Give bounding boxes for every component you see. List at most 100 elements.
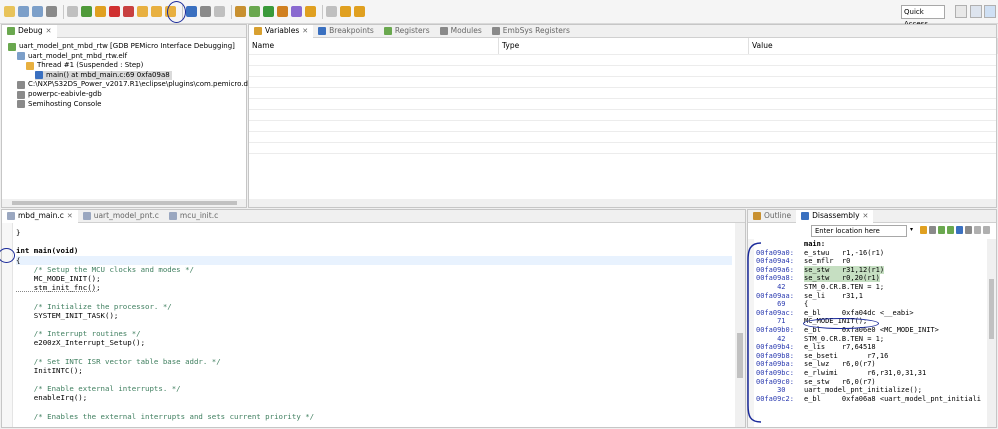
debug-tree-item-label: uart_model_pnt_mbd_rtw.elf — [28, 51, 128, 60]
annotation-icon[interactable] — [326, 6, 337, 17]
disassembly-instruction: se_stw r0,20(r1) — [804, 274, 880, 283]
debug-tree-item-label: main() at mbd_main.c:69 0xfa09a8 — [46, 70, 170, 79]
source-code[interactable]: } int main(void){ /* Setup the MCU clocks… — [16, 228, 732, 421]
code-line: /* Interrupt routines */ — [16, 329, 141, 339]
debug-tree-item-label: C:\NXP\S32DS_Power_v2017.R1\eclipse\plug… — [28, 80, 273, 89]
debug-icon[interactable] — [249, 6, 260, 17]
code-line: SYSTEM_INIT_TASK(); — [16, 310, 119, 320]
show-symbols-icon[interactable] — [947, 226, 954, 234]
close-icon[interactable]: ✕ — [302, 25, 308, 37]
open-perspective-icon[interactable] — [955, 5, 967, 18]
debug-tree-item[interactable]: uart_model_pnt_mbd_rtw.elf — [17, 52, 127, 61]
c-file-icon — [82, 212, 91, 220]
location-input[interactable]: Enter location here — [811, 225, 907, 237]
disassembly-instruction: se_stw r31,12(r1) — [804, 265, 885, 274]
column-header[interactable]: Name — [249, 38, 499, 54]
tab-breakpoints[interactable]: Breakpoints — [313, 25, 379, 38]
tab-debug[interactable]: Debug ✕ — [2, 24, 57, 38]
editor-tab-mbd-main-c[interactable]: mbd_main.c ✕ — [2, 209, 78, 223]
debug-tree-item[interactable]: main() at mbd_main.c:69 0xfa09a8 — [35, 70, 172, 80]
view-menu-icon[interactable] — [965, 226, 972, 234]
disassembly-vscrollbar[interactable] — [987, 239, 996, 427]
search-icon[interactable] — [305, 6, 316, 17]
close-icon[interactable]: ✕ — [67, 210, 73, 222]
elf-icon — [17, 52, 25, 61]
debug-tree-item-label: uart_model_pnt_mbd_rtw [GDB PEMicro Inte… — [19, 42, 235, 50]
run-icon[interactable] — [263, 6, 274, 17]
debug-tree-item[interactable]: Semihosting Console — [17, 100, 101, 109]
editor-tab-label: mbd_main.c — [18, 211, 64, 220]
step-over-icon[interactable] — [151, 6, 162, 17]
editor-view: mbd_main.c ✕ uart_model_pnt.c mcu_init.c } i… — [0, 209, 746, 428]
dropdown-icon[interactable]: ▾ — [910, 226, 917, 235]
c-cpp-perspective-icon[interactable] — [970, 5, 982, 18]
save-all-icon[interactable] — [32, 6, 43, 17]
maximize-icon[interactable] — [983, 226, 990, 234]
row-divider — [249, 98, 996, 99]
row-divider — [249, 109, 996, 110]
disassembly-instruction: e_stwu r1,-16(r1) — [804, 248, 885, 257]
debug-hscrollbar[interactable] — [2, 199, 246, 207]
editor-tab-label: mcu_init.c — [179, 211, 219, 220]
disassembly-instruction: e_lis r7,64518 — [804, 343, 876, 352]
print-icon[interactable] — [46, 6, 57, 17]
build-icon[interactable] — [235, 6, 246, 17]
debug-tree-item[interactable]: powerpc-eabivle-gdb — [17, 90, 102, 99]
process-icon — [17, 80, 25, 89]
disassembly-tabbar: Outline Disassembly ✕ — [748, 209, 996, 223]
column-header[interactable]: Value — [749, 38, 998, 54]
debug-view: Debug ✕ uart_model_pnt_mbd_rtw [GDB PEMi… — [1, 24, 272, 208]
skip-breakpoints-icon[interactable] — [67, 6, 78, 17]
disassembly-instruction: STM_0.CR.B.TEN = 1; — [804, 282, 885, 291]
drop-to-frame-icon[interactable] — [200, 6, 211, 17]
open-type-icon[interactable] — [291, 6, 302, 17]
tab-disassembly[interactable]: Disassembly ✕ — [796, 209, 874, 223]
show-source-icon[interactable] — [938, 226, 945, 234]
code-line: /* Enables the external interrupts and s… — [16, 411, 315, 421]
debug-icon — [7, 27, 15, 35]
external-tools-icon[interactable] — [277, 6, 288, 17]
minimize-icon[interactable] — [974, 226, 981, 234]
terminate-icon[interactable] — [109, 6, 120, 17]
forward-icon[interactable] — [354, 6, 365, 17]
back-icon[interactable] — [340, 6, 351, 17]
column-header[interactable]: Type — [499, 38, 749, 54]
save-icon[interactable] — [18, 6, 29, 17]
close-icon[interactable]: ✕ — [46, 25, 52, 37]
tab-variables[interactable]: Variables ✕ — [249, 24, 314, 38]
disassembly-line: 00fa09a8: se_stw r0,20(r1) — [756, 274, 981, 283]
new-icon[interactable] — [4, 6, 15, 17]
disassembly-instruction: se_li r31,1 — [804, 291, 864, 300]
disconnect-icon[interactable] — [123, 6, 134, 17]
link-icon[interactable] — [929, 226, 936, 234]
disassembly-line: 00fa09a6: se_stw r31,12(r1) — [756, 265, 981, 275]
step-into-icon[interactable] — [137, 6, 148, 17]
debug-tree-item[interactable]: C:\NXP\S32DS_Power_v2017.R1\eclipse\plug… — [17, 80, 272, 89]
editor-tab-uart-model-pnt-c[interactable]: uart_model_pnt.c — [78, 210, 164, 223]
close-icon[interactable]: ✕ — [863, 210, 869, 222]
debug-tree-item[interactable]: Thread #1 (Suspended : Step) — [26, 61, 143, 70]
disassembly-instruction: se_stw r6,0(r7) — [804, 377, 876, 386]
code-line: MC_MODE_INIT(); — [16, 273, 101, 283]
tab-modules[interactable]: Modules — [435, 25, 487, 38]
refresh-icon[interactable] — [956, 226, 963, 234]
home-icon[interactable] — [920, 226, 927, 234]
variables-hscrollbar[interactable] — [249, 199, 996, 207]
code-line: stm_init_fnc(); — [16, 283, 101, 293]
editor-tab-mcu-init-c[interactable]: mcu_init.c — [164, 210, 223, 223]
tab-outline[interactable]: Outline — [748, 210, 796, 223]
tab-registers[interactable]: Registers — [379, 25, 435, 38]
debug-tree-item[interactable]: uart_model_pnt_mbd_rtw [GDB PEMicro Inte… — [8, 42, 235, 51]
disassembly-instruction: uart_model_pnt_initialize(); — [804, 386, 923, 395]
instruction-stepping-mode-icon[interactable] — [186, 6, 197, 17]
resume-icon[interactable] — [81, 6, 92, 17]
suspend-icon[interactable] — [95, 6, 106, 17]
quick-access-field[interactable]: Quick Access — [901, 5, 945, 28]
disassembly-line: 00fa09aa: se_li r31,1 — [756, 292, 981, 301]
use-step-filters-icon[interactable] — [214, 6, 225, 17]
tab-embsys-registers[interactable]: EmbSys Registers — [487, 25, 575, 38]
debug-perspective-icon[interactable] — [984, 5, 996, 18]
